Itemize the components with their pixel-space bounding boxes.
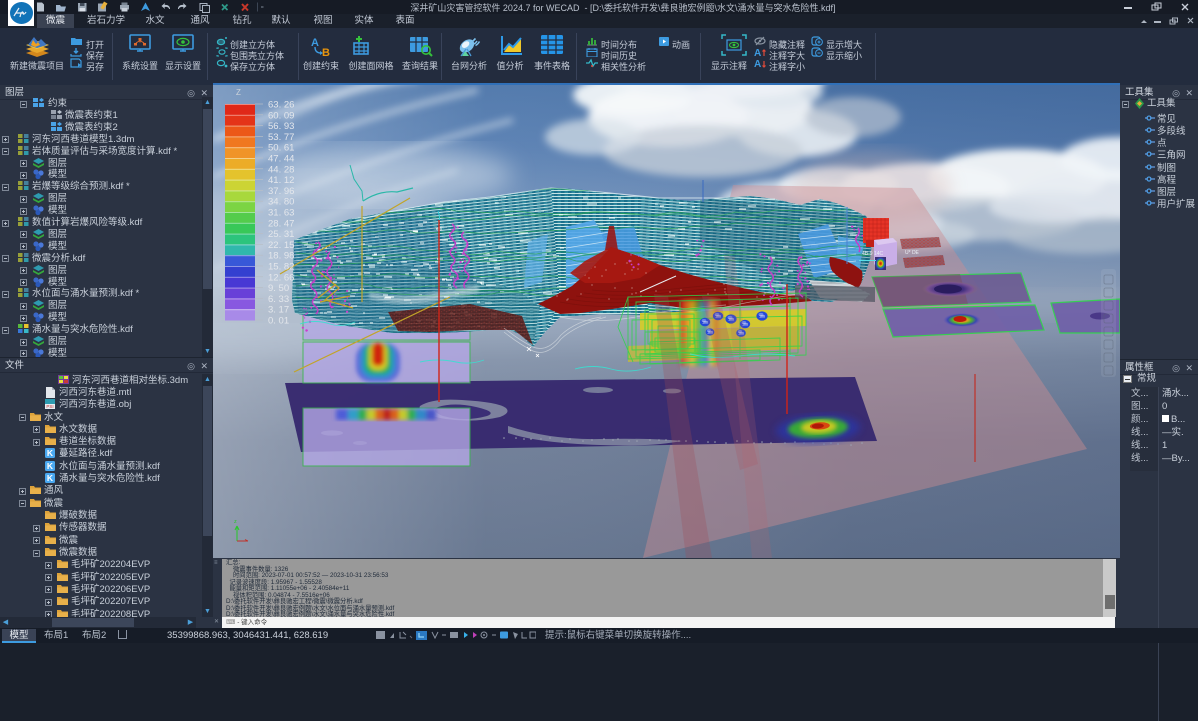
svg-text:Z: Z <box>236 88 241 97</box>
svg-text:9. 50: 9. 50 <box>268 283 289 294</box>
svg-text:31. 63: 31. 63 <box>268 208 294 219</box>
svg-text:41. 12: 41. 12 <box>268 175 294 186</box>
svg-text:47. 44: 47. 44 <box>268 154 294 165</box>
svg-text:B: B <box>322 47 330 58</box>
svg-text:U* DE: U* DE <box>905 250 920 256</box>
svg-text:53. 77: 53. 77 <box>268 132 294 143</box>
svg-text:z: z <box>234 519 237 525</box>
svg-text:25. 31: 25. 31 <box>268 229 294 240</box>
svg-text:A: A <box>754 48 761 57</box>
svg-text:12. 66: 12. 66 <box>268 272 294 283</box>
svg-text:56. 93: 56. 93 <box>268 121 294 132</box>
svg-text:37. 96: 37. 96 <box>268 186 294 197</box>
svg-text:3. 17: 3. 17 <box>268 305 289 316</box>
svg-text:18. 98: 18. 98 <box>268 251 294 262</box>
svg-text:22. 15: 22. 15 <box>268 240 294 251</box>
svg-text:186: 186 <box>759 315 765 319</box>
svg-text:15. 82: 15. 82 <box>268 262 294 273</box>
svg-text:0. 01: 0. 01 <box>268 316 289 327</box>
svg-text:60. 09: 60. 09 <box>268 110 294 121</box>
svg-text:44. 28: 44. 28 <box>268 164 294 175</box>
svg-text:34. 80: 34. 80 <box>268 197 294 208</box>
svg-text:50. 61: 50. 61 <box>268 143 294 154</box>
svg-text:28. 47: 28. 47 <box>268 218 294 229</box>
svg-text:4B-9 14C: 4B-9 14C <box>862 251 884 257</box>
svg-text:63. 26: 63. 26 <box>268 100 294 111</box>
svg-text:A: A <box>754 59 761 68</box>
svg-text:6. 33: 6. 33 <box>268 294 289 305</box>
svg-text:186: 186 <box>702 321 708 325</box>
